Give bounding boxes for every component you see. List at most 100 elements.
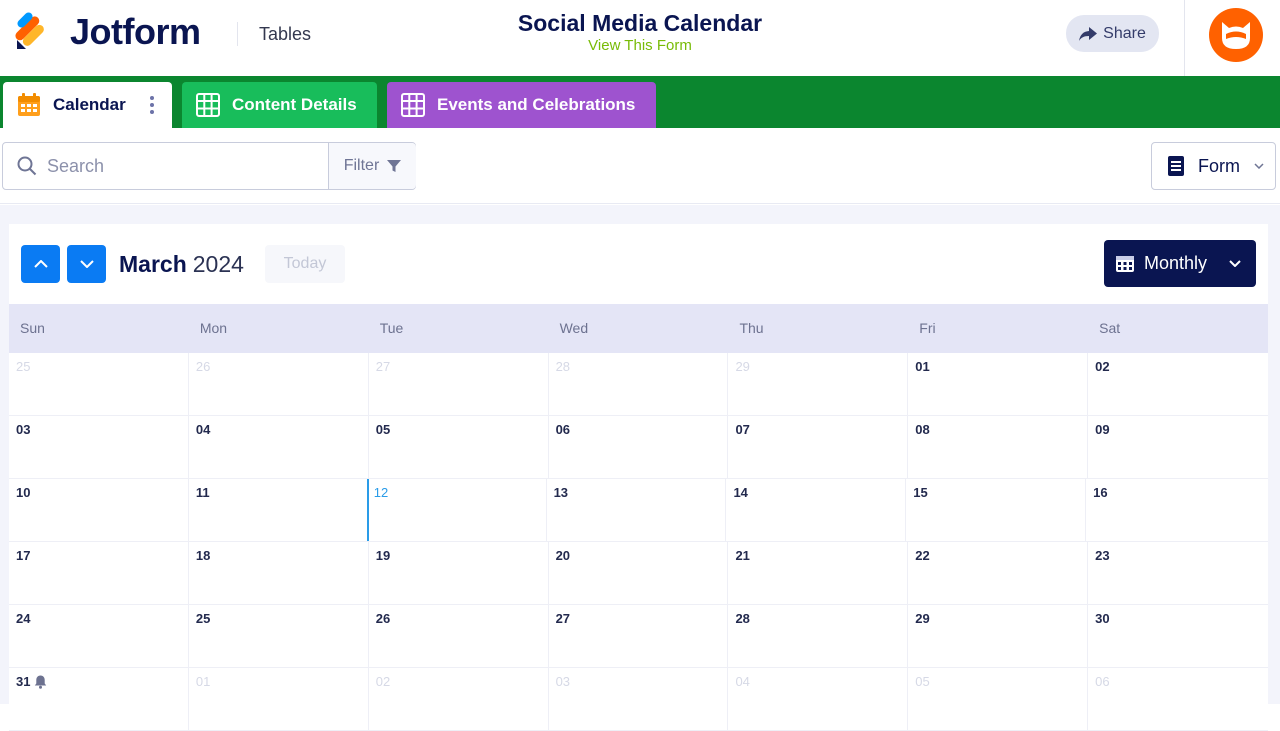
user-avatar[interactable] <box>1209 8 1263 62</box>
calendar-day-cell[interactable]: 05 <box>908 668 1089 730</box>
share-button[interactable]: Share <box>1066 15 1159 52</box>
day-number: 11 <box>195 485 210 500</box>
calendar-day-cell[interactable]: 27 <box>549 605 729 667</box>
calendar-day-cell[interactable]: 08 <box>908 416 1089 478</box>
calendar-day-cell[interactable]: 22 <box>908 542 1089 604</box>
next-month-button[interactable] <box>67 245 106 283</box>
view-mode-dropdown[interactable]: Monthly <box>1104 240 1256 287</box>
calendar-day-cell[interactable]: 20 <box>549 542 729 604</box>
calendar-day-cell[interactable]: 10 <box>9 479 189 541</box>
tab-content-details[interactable]: Content Details <box>182 82 377 128</box>
calendar-day-cell[interactable]: 04 <box>728 668 909 730</box>
weekday-header: Mon <box>199 320 228 336</box>
calendar-area: March 2024 Today Monthly Sun Mon Tue Wed Thu F… <box>0 205 1280 731</box>
calendar-day-cell[interactable]: 07 <box>728 416 909 478</box>
day-number: 27 <box>555 611 571 626</box>
calendar-day-cell[interactable]: 31 <box>9 668 189 730</box>
tab-events-label: Events and Celebrations <box>437 95 636 114</box>
calendar-day-cell[interactable]: 25 <box>9 353 189 415</box>
tab-events-and-celebrations[interactable]: Events and Celebrations <box>387 82 656 128</box>
calendar-day-cell[interactable]: 02 <box>369 668 549 730</box>
weekday-header: Sun <box>20 320 45 336</box>
calendar-day-cell[interactable]: 06 <box>1088 668 1268 730</box>
calendar-day-cell[interactable]: 23 <box>1088 542 1268 604</box>
calendar-day-cell[interactable]: 27 <box>369 353 549 415</box>
calendar-day-cell[interactable]: 06 <box>549 416 729 478</box>
jotform-logo-icon <box>15 12 44 49</box>
calendar-day-cell[interactable]: 18 <box>189 542 369 604</box>
today-button[interactable]: Today <box>265 245 345 283</box>
calendar-day-cell[interactable]: 14 <box>726 479 907 541</box>
chevron-down-icon <box>1254 163 1264 169</box>
day-number: 04 <box>195 422 211 437</box>
calendar-day-cell[interactable]: 21 <box>728 542 909 604</box>
calendar-day-cell[interactable]: 29 <box>728 353 909 415</box>
day-number: 09 <box>1095 422 1110 437</box>
weekday-header-row: Sun Mon Tue Wed Thu Fri Sat <box>9 304 1268 353</box>
year: 2024 <box>192 251 244 277</box>
filter-button[interactable]: Filter <box>328 143 416 189</box>
day-number: 24 <box>16 611 31 626</box>
day-number: 17 <box>16 548 31 563</box>
calendar-day-cell[interactable]: 28 <box>728 605 909 667</box>
day-number: 18 <box>195 548 211 563</box>
day-number: 28 <box>735 611 750 626</box>
day-number: 14 <box>733 485 748 500</box>
calendar-day-cell[interactable]: 16 <box>1086 479 1266 541</box>
calendar-day-cell[interactable]: 25 <box>189 605 369 667</box>
bell-icon[interactable] <box>34 675 47 689</box>
calendar-day-cell[interactable]: 02 <box>1088 353 1268 415</box>
month-grid: 25 26 27 28 29 01 02 03 04 05 06 07 08 09 10 11 12 13 14 15… <box>9 353 1268 731</box>
calendar-day-cell[interactable]: 13 <box>547 479 727 541</box>
jotform-logo[interactable]: Jotform <box>14 12 201 52</box>
weekday-header: Fri <box>919 320 936 336</box>
calendar-day-cell-today[interactable]: 12 <box>366 479 547 541</box>
calendar-day-cell[interactable]: 19 <box>369 542 549 604</box>
view-mode-label: Monthly <box>1144 253 1208 273</box>
brand-name: Jotform <box>70 11 201 52</box>
calendar-day-cell[interactable]: 11 <box>189 479 369 541</box>
day-number: 30 <box>1095 611 1110 626</box>
calendar-day-cell[interactable]: 05 <box>369 416 549 478</box>
filter-label: Filter <box>343 157 380 174</box>
calendar-day-cell[interactable]: 24 <box>9 605 189 667</box>
header-vertical-divider <box>1184 0 1185 76</box>
calendar-day-cell[interactable]: 26 <box>369 605 549 667</box>
tab-content-details-label: Content Details <box>232 95 357 114</box>
day-number: 06 <box>555 422 571 437</box>
chevron-up-icon <box>33 260 48 268</box>
day-number: 21 <box>735 548 750 563</box>
calendar-day-cell[interactable]: 01 <box>908 353 1089 415</box>
day-number: 03 <box>16 422 31 437</box>
day-number: 02 <box>1095 359 1110 374</box>
header-divider <box>237 22 238 46</box>
chevron-down-icon <box>1229 260 1241 267</box>
calendar-day-cell[interactable]: 01 <box>189 668 369 730</box>
calendar-day-cell[interactable]: 30 <box>1088 605 1268 667</box>
calendar-day-cell[interactable]: 28 <box>549 353 729 415</box>
calendar-day-cell[interactable]: 03 <box>549 668 729 730</box>
calendar-day-cell[interactable]: 29 <box>908 605 1089 667</box>
search-icon <box>17 156 37 176</box>
product-name[interactable]: Tables <box>259 24 311 45</box>
calendar-day-cell[interactable]: 03 <box>9 416 189 478</box>
tab-calendar[interactable]: Calendar <box>3 82 172 128</box>
previous-month-button[interactable] <box>21 245 60 283</box>
app-header: Jotform Tables Social Media Calendar Vie… <box>0 0 1280 76</box>
day-number: 23 <box>1095 548 1110 563</box>
calendar-week-row: 24 25 26 27 28 29 30 <box>9 605 1268 668</box>
tab-more-icon[interactable] <box>150 96 154 114</box>
day-number: 10 <box>16 485 31 500</box>
calendar-day-cell[interactable]: 04 <box>189 416 369 478</box>
calendar-day-cell[interactable]: 17 <box>9 542 189 604</box>
search-input[interactable] <box>47 151 317 181</box>
form-view-button[interactable]: Form <box>1151 142 1276 190</box>
filter-funnel-icon <box>387 160 402 172</box>
grid-table-icon <box>401 93 425 117</box>
day-number: 02 <box>375 674 391 689</box>
view-form-link[interactable]: View This Form <box>440 37 840 54</box>
calendar-day-cell[interactable]: 09 <box>1088 416 1268 478</box>
form-label: Form <box>1198 155 1240 176</box>
calendar-day-cell[interactable]: 15 <box>906 479 1087 541</box>
calendar-day-cell[interactable]: 26 <box>189 353 369 415</box>
